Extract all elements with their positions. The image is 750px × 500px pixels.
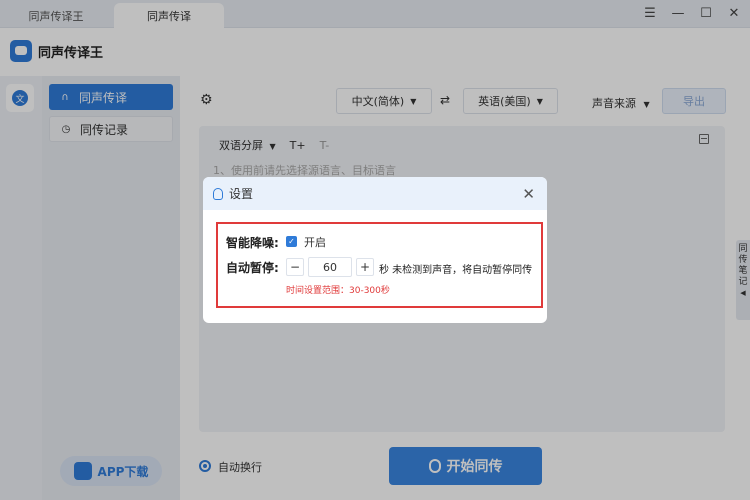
noise-reduction-label: 智能降噪:	[226, 236, 279, 250]
settings-dialog: 设置 ✕ 智能降噪: ✓ 开启 自动暂停: − 60 + 秒 未检测到声音，将自…	[203, 177, 547, 323]
decrement-button[interactable]: −	[286, 258, 304, 276]
auto-pause-input[interactable]: 60	[308, 257, 352, 277]
lightbulb-icon	[213, 187, 223, 200]
close-icon[interactable]: ✕	[522, 185, 535, 203]
range-hint: 时间设置范围：30-300秒	[286, 286, 390, 296]
noise-reduction-option: 开启	[304, 236, 326, 249]
increment-button[interactable]: +	[356, 258, 374, 276]
auto-pause-description: 秒 未检测到声音，将自动暂停同传	[379, 265, 533, 276]
noise-reduction-checkbox[interactable]: ✓	[286, 236, 297, 247]
dialog-title: 设置	[229, 187, 254, 201]
dialog-header: 设置	[203, 177, 547, 210]
settings-highlight-box: 智能降噪: ✓ 开启 自动暂停: − 60 + 秒 未检测到声音，将自动暂停同传…	[216, 222, 543, 308]
auto-pause-label: 自动暂停:	[226, 261, 279, 275]
